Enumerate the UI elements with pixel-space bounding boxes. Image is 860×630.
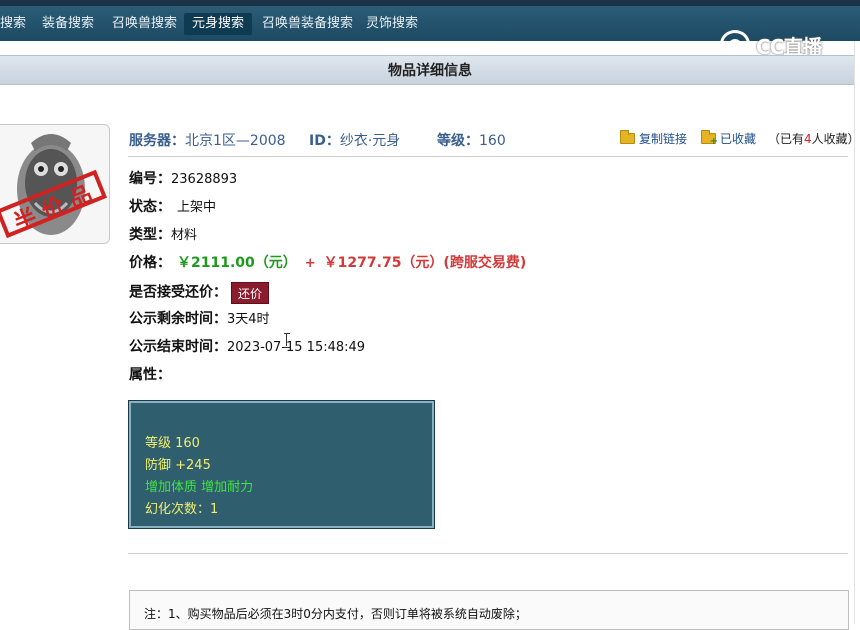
fav-count-suffix: 人收藏） — [811, 132, 860, 146]
cc-logo-icon — [720, 30, 750, 58]
end-time-value: 2023-07-15 15:48:49 — [227, 340, 366, 355]
top-edge — [0, 0, 860, 6]
folder-link-icon — [620, 130, 635, 144]
nav-item-ornament-search[interactable]: 灵饰搜索 — [358, 13, 426, 35]
price-label: 价格： — [129, 255, 171, 271]
level-value: 160 — [479, 133, 506, 149]
counter-offer-label: 是否接受还价： — [129, 284, 227, 301]
end-time-row: 公示结束时间：2023-07-15 15:48:49 — [129, 337, 365, 357]
favorited-button[interactable]: 已收藏 — [701, 130, 756, 147]
nav-item-pet-equipment-search[interactable]: 召唤兽装备搜索 — [254, 13, 361, 35]
header-divider — [128, 156, 848, 157]
item-image: 半价品 — [0, 124, 110, 244]
type-value: 材料 — [171, 228, 198, 243]
counter-offer-button[interactable]: 还价 — [231, 282, 270, 304]
type-label: 类型： — [129, 227, 171, 243]
price-row: 价格： ￥2111.00（元） + ￥1277.75（元）(跨服交易费) — [129, 253, 526, 273]
attr-bonus: 增加体质 增加耐力 — [145, 480, 254, 495]
attr-level: 等级 160 — [145, 436, 200, 451]
payment-notice: 注：1、购买物品后必须在3时0分内支付，否则订单将被系统自动废除； — [129, 590, 849, 630]
attributes-row: 属性： — [129, 365, 171, 385]
attribute-panel: 等级 160 防御 +245 增加体质 增加耐力 幻化次数：1 — [128, 400, 435, 529]
text-cursor-icon — [284, 333, 290, 348]
price-main: ￥2111.00（元） — [177, 255, 297, 271]
server-label: 服务器： — [129, 133, 185, 149]
serial-value: 23628893 — [171, 172, 238, 187]
attributes-label: 属性： — [129, 367, 171, 383]
type-row: 类型：材料 — [129, 225, 197, 245]
server-info: 服务器：北京1区—2008 — [129, 130, 286, 150]
nav-item-equipment-search[interactable]: 装备搜索 — [34, 13, 102, 35]
fav-count-prefix: （已有 — [768, 132, 805, 146]
favorited-label: 已收藏 — [720, 132, 757, 146]
copy-link-label: 复制链接 — [639, 132, 688, 146]
section-divider — [128, 553, 848, 554]
status-value: 上架中 — [177, 200, 217, 215]
folder-add-icon — [701, 130, 718, 147]
remaining-time-row: 公示剩余时间：3天4时 — [129, 309, 270, 329]
level-info: 等级：160 — [437, 130, 506, 150]
nav-item-pet-search[interactable]: 召唤兽搜索 — [104, 13, 185, 35]
remaining-time-label: 公示剩余时间： — [129, 311, 227, 327]
remaining-time-value: 3天4时 — [227, 312, 270, 327]
level-label: 等级： — [437, 133, 479, 149]
price-plus: + — [304, 256, 316, 271]
status-label: 状态： — [129, 199, 171, 215]
server-value: 北京1区—2008 — [185, 133, 286, 149]
serial-label: 编号： — [129, 171, 171, 187]
nav-item-search[interactable]: 搜索 — [0, 13, 34, 35]
id-label: ID： — [309, 133, 340, 149]
copy-link-button[interactable]: 复制链接 — [620, 130, 687, 147]
attr-transform-count: 幻化次数：1 — [145, 502, 219, 517]
end-time-label: 公示结束时间： — [129, 339, 227, 355]
attr-defense: 防御 +245 — [145, 458, 211, 473]
counter-offer-row: 是否接受还价： 还价 — [129, 282, 270, 304]
page-title: 物品详细信息 — [0, 55, 860, 85]
nav-item-yuanshen-search[interactable]: 元身搜索 — [184, 13, 253, 35]
scrollbar-edge[interactable] — [854, 41, 860, 624]
serial-row: 编号：23628893 — [129, 169, 237, 189]
id-value: 纱衣·元身 — [339, 133, 401, 149]
fav-count-number: 4 — [804, 132, 812, 146]
id-info: ID：纱衣·元身 — [309, 130, 400, 150]
status-row: 状态： 上架中 — [129, 197, 216, 217]
cross-server-fee: ￥1277.75（元）(跨服交易费) — [323, 255, 527, 271]
favorite-count: （已有4人收藏） — [768, 130, 860, 147]
